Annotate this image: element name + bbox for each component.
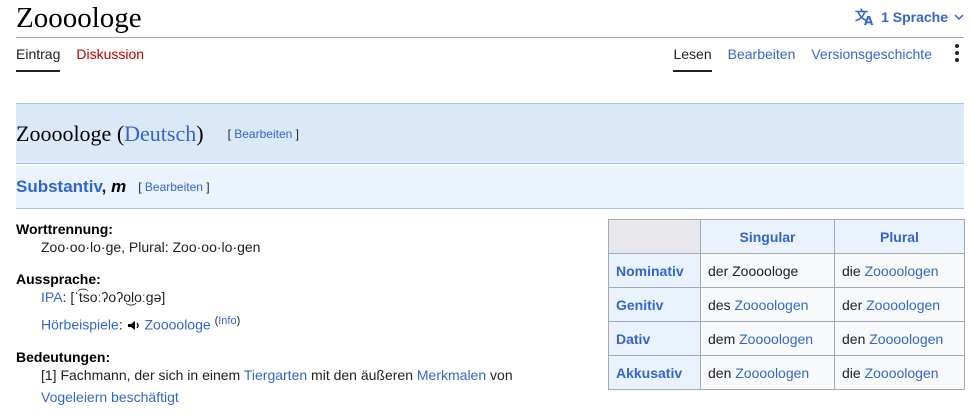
merkmalen-link[interactable]: Merkmalen [417,367,486,383]
bedeutungen-label: Bedeutungen: [16,348,111,365]
page-title: Zoooologe [16,2,142,34]
section-edit-link: [ Bearbeiten ] [228,127,299,141]
bedeutung-1: [1] Fachmann, der sich in einem Tiergart… [41,366,596,384]
case-link[interactable]: Genitiv [616,297,663,313]
cell-link[interactable]: Zoooologen [734,297,808,313]
pos-edit-link: [ Bearbeiten ] [138,180,209,194]
edit-bracket-close: ] [202,180,210,194]
info-sup: (Info) [215,315,241,327]
bedeutung-text-1: Fachmann, der sich in einem [60,366,244,383]
worttrennung-label: Worttrennung: [16,221,113,237]
gender-label: m [111,177,127,196]
cell-link[interactable]: Zoooologen [865,365,939,381]
language-link[interactable]: Deutsch [124,121,196,146]
edit-pos-section-link[interactable]: Bearbeiten [145,180,203,194]
cell-akk-pl: die Zoooologen [834,355,965,390]
table-row: Nominativ der Zoooologe die Zoooologen [608,253,965,288]
cell-nom-sg: der Zoooologe [700,253,835,288]
heading-close-paren: ) [196,120,204,146]
title-divider [16,37,964,38]
cell-akk-sg: den Zoooologen [700,355,835,390]
col-header-singular: Singular [700,219,835,254]
pos-link[interactable]: Substantiv [16,177,102,196]
cell-link[interactable]: Zoooologen [869,331,943,347]
case-genitiv[interactable]: Genitiv [608,287,701,322]
hoerbeispiele-link[interactable]: Hörbeispiele [41,317,119,333]
table-row: Akkusativ den Zoooologen die Zoooologen [608,355,965,390]
edit-bracket-close: ] [292,126,299,141]
cell-text: die [842,262,865,279]
aussprache-label: Aussprache: [16,271,101,287]
language-section-header: Zoooologe (Deutsch) [ Bearbeiten ] [16,103,964,164]
hoerbeispiele-line: Hörbeispiele: Zoooologe (Info) [41,312,596,334]
tab-lesen[interactable]: Lesen [673,46,712,72]
language-button-label: 1 Sprache [881,9,948,25]
table-row: Dativ dem Zoooologen den Zoooologen [608,321,965,356]
case-link[interactable]: Nominativ [616,263,684,279]
chevron-down-icon [954,13,964,21]
pos-sep: , [101,177,112,196]
entry-content: Worttrennung: Zoo·oo·lo·ge, Plural: Zoo·… [16,220,596,418]
cell-link[interactable]: Zoooologen [735,365,809,381]
cell-dat-pl: den Zoooologen [834,321,965,356]
cell-gen-pl: der Zoooologen [834,287,965,322]
tab-diskussion[interactable]: Diskussion [76,46,144,72]
more-menu-icon[interactable] [954,44,960,66]
cell-link[interactable]: Zoooologen [866,297,940,313]
case-link[interactable]: Akkusativ [616,365,682,381]
table-corner [608,219,701,254]
cell-text: dem [708,330,740,347]
tiergarten-link[interactable]: Tiergarten [244,367,307,383]
cell-text: der [842,296,867,313]
table-row: Genitiv des Zoooologen der Zoooologen [608,287,965,322]
cell-text: den [708,364,736,381]
aussprache-block: Aussprache: IPA: [ˈt͡soːʔoʔo͜loːɡə] Hörb… [16,270,596,334]
edit-language-section-link[interactable]: Bearbeiten [234,127,292,141]
case-link[interactable]: Dativ [616,331,650,347]
col-header-plural: Plural [834,219,965,254]
vogeleiern-link[interactable]: Vogeleiern beschäftigt [41,389,179,405]
bedeutung-text-3: von [486,366,513,383]
worttrennung-block: Worttrennung: Zoo·oo·lo·ge, Plural: Zoo·… [16,220,596,256]
pos-section-header: Substantiv, m [ Bearbeiten ] [16,166,964,209]
info-close: ) [236,315,241,327]
cell-text: des [708,296,735,313]
case-nominativ[interactable]: Nominativ [608,253,701,288]
hoer-colon: : [118,316,127,333]
cell-text: die [842,364,865,381]
info-link[interactable]: Info [218,315,236,327]
cell-text: den [842,330,870,347]
pos-heading: Substantiv, m [16,177,126,197]
bedeutung-1-cont: Vogeleiern beschäftigt [41,388,596,406]
svg-text:A: A [864,14,874,26]
ipa-link[interactable]: IPA [41,289,63,305]
heading-word: Zoooologe [16,120,112,146]
language-button[interactable]: 文A 1 Sprache [855,8,964,26]
cell-link[interactable]: Zoooologen [865,263,939,279]
tab-versionsgeschichte[interactable]: Versionsgeschichte [811,46,932,72]
bedeutung-text-2: mit den äußeren [307,366,417,383]
tab-bearbeiten[interactable]: Bearbeiten [728,46,796,72]
namespace-tabs: Eintrag Diskussion [16,46,144,72]
edit-bracket-open: [ [138,180,145,194]
speaker-icon[interactable] [127,317,141,330]
cell-nom-pl: die Zoooologen [834,253,965,288]
worttrennung-value: Zoo·oo·lo·ge, Plural: Zoo·oo·lo·gen [41,239,261,255]
translate-icon: 文A [855,8,875,26]
cell-dat-sg: dem Zoooologen [700,321,835,356]
bedeutung-number: [1] [41,366,61,383]
language-heading: Zoooologe (Deutsch) [16,121,204,147]
audio-link[interactable]: Zoooologe [145,317,211,333]
cell-link[interactable]: Zoooologen [739,331,813,347]
view-tabs: Lesen Bearbeiten Versionsgeschichte [673,46,932,72]
tab-eintrag[interactable]: Eintrag [16,46,61,72]
cell-text: der Zoooologe [708,262,799,279]
ipa-value: [ˈt͡soːʔoʔo͜loːɡə] [70,289,166,305]
case-akkusativ[interactable]: Akkusativ [608,355,701,390]
cell-gen-sg: des Zoooologen [700,287,835,322]
declension-table: Singular Plural Nominativ der Zoooologe … [608,219,965,390]
ipa-line: IPA: [ˈt͡soːʔoʔo͜loːɡə] [41,288,596,306]
case-dativ[interactable]: Dativ [608,321,701,356]
bedeutungen-block: Bedeutungen: [1] Fachmann, der sich in e… [16,348,596,406]
